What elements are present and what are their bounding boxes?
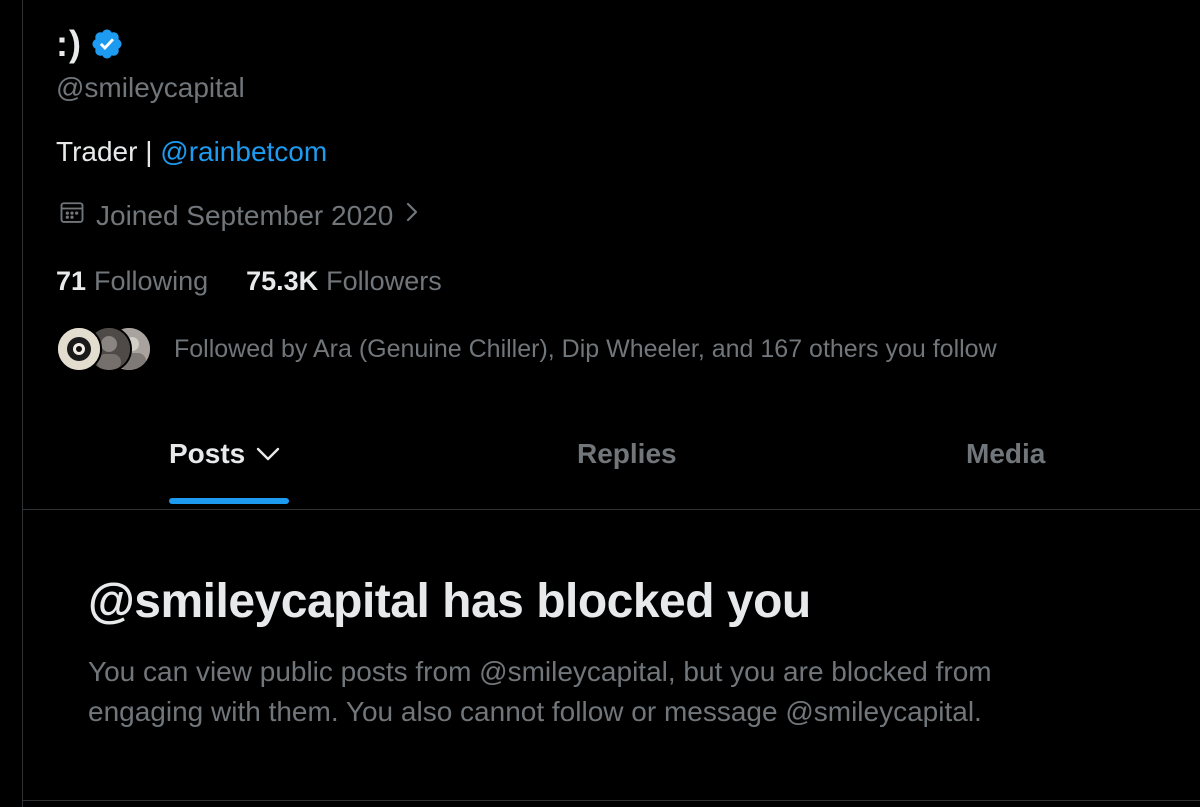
divider [23, 509, 1200, 510]
verified-badge-icon[interactable] [90, 27, 124, 61]
profile-page: :) @smileycapital Trader | @rainbetcom J… [0, 0, 1200, 807]
avatar [56, 326, 102, 372]
blocked-title: @smileycapital has blocked you [88, 575, 811, 628]
profile-name-row: :) [56, 22, 124, 66]
column-border [22, 0, 23, 807]
profile-tabs: Posts Replies Media [23, 418, 1200, 508]
followed-by-text: Followed by Ara (Genuine Chiller), Dip W… [174, 334, 997, 363]
tab-label: Replies [577, 438, 677, 469]
follow-stats: 71 Following 75.3K Followers [56, 266, 442, 297]
bio-mention-link[interactable]: @rainbetcom [160, 136, 327, 167]
joined-date: Joined September 2020 [96, 199, 394, 231]
profile-handle: @smileycapital [56, 72, 245, 103]
tab-label: Posts [169, 438, 246, 469]
chevron-down-icon [255, 438, 281, 470]
active-tab-indicator [169, 498, 289, 504]
calendar-icon [58, 198, 86, 233]
profile-bio: Trader | @rainbetcom [56, 136, 327, 168]
divider [23, 800, 1200, 801]
follower-avatars [56, 326, 152, 372]
tab-label: Media [966, 438, 1046, 469]
joined-date-row[interactable]: Joined September 2020 [58, 198, 421, 233]
following-label: Following [94, 266, 209, 296]
followers-link[interactable]: 75.3K Followers [246, 266, 442, 297]
following-count: 71 [56, 266, 87, 296]
blocked-message: You can view public posts from @smileyca… [88, 656, 992, 727]
display-name: :) [56, 23, 82, 64]
tab-media[interactable]: Media [966, 438, 1045, 470]
tab-replies[interactable]: Replies [577, 438, 677, 470]
bio-text: Trader | [56, 136, 161, 167]
followed-by-row[interactable]: Followed by Ara (Genuine Chiller), Dip W… [56, 326, 997, 372]
chevron-right-icon [403, 199, 421, 232]
following-link[interactable]: 71 Following [56, 266, 208, 297]
followers-label: Followers [326, 266, 442, 296]
tab-posts[interactable]: Posts [169, 438, 281, 470]
followers-count: 75.3K [246, 266, 319, 296]
